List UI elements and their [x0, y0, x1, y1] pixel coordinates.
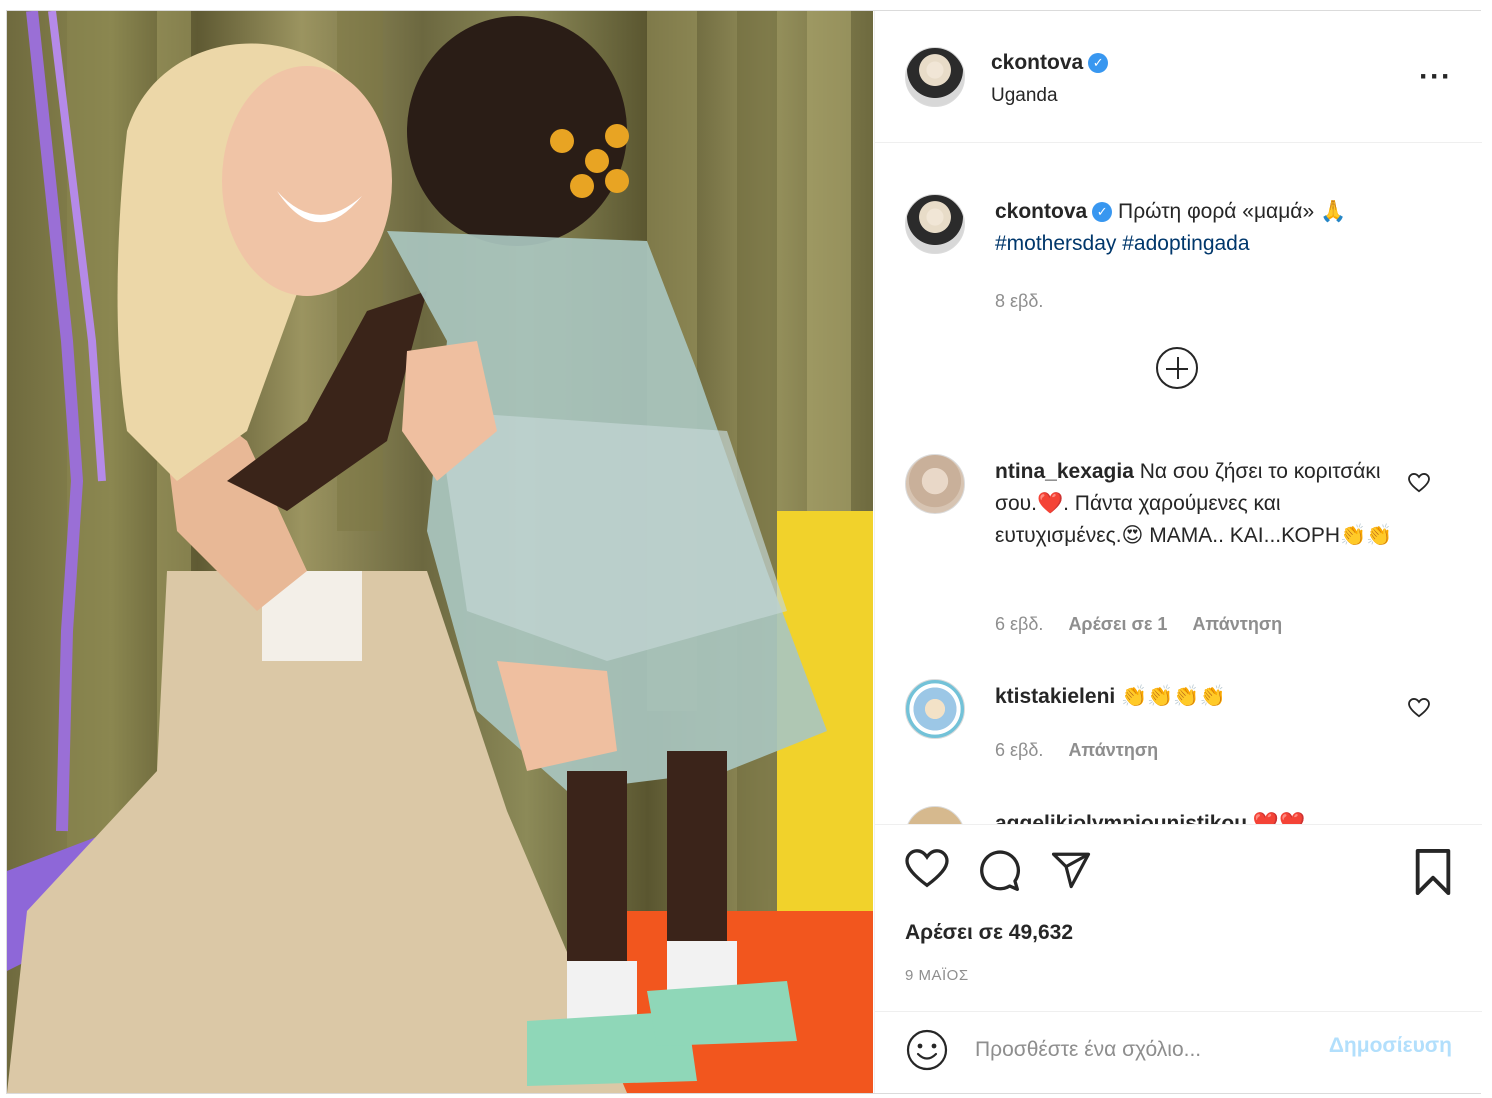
commenter-avatar[interactable] [905, 806, 965, 824]
caption-meta: 8 εβδ. [995, 291, 1063, 312]
more-options-icon[interactable]: ··· [1419, 62, 1452, 92]
caption-time[interactable]: 8 εβδ. [995, 291, 1043, 311]
comment-icon[interactable] [977, 849, 1021, 893]
like-comment-heart-icon[interactable] [1408, 698, 1430, 718]
post-comment-button[interactable]: Δημοσίευση [1329, 1034, 1452, 1058]
instagram-post: ckontova ✓ Uganda ··· ckontova ✓ Πρώτη φορ… [6, 10, 1482, 1094]
verified-badge-icon: ✓ [1092, 202, 1113, 222]
comment-meta: 6 εβδ. Αρέσει σε 1 Απάντηση [995, 614, 1302, 635]
like-comment-heart-icon[interactable] [1408, 473, 1430, 493]
comment-composer: Δημοσίευση [875, 1011, 1482, 1093]
bookmark-icon[interactable] [1413, 849, 1453, 895]
comment-text-block: aggelikiolympiounistikou ❤️❤️ [995, 808, 1405, 824]
reply-button[interactable]: Απάντηση [1068, 740, 1158, 760]
commenter-username[interactable]: ntina_kexagia [995, 460, 1134, 483]
post-location[interactable]: Uganda [991, 85, 1058, 107]
hashtag-link[interactable]: #adoptingada [1122, 232, 1249, 255]
heart-icon[interactable] [905, 849, 949, 889]
caption-text-block: ckontova ✓ Πρώτη φορά «μαμά» 🙏 #mothersda… [995, 196, 1405, 260]
post-date[interactable]: 9 ΜΑΪΟΣ [905, 967, 969, 984]
caption-avatar[interactable] [905, 194, 965, 254]
comment-text: 👏👏👏👏 [1121, 685, 1226, 708]
post-photo[interactable] [7, 11, 873, 1093]
comment-text-block: ntina_kexagia Να σου ζήσει το κοριτσάκι … [995, 456, 1405, 552]
post-header: ckontova ✓ Uganda ··· [875, 11, 1482, 143]
paper-plane-icon[interactable] [1049, 849, 1093, 891]
comment-time[interactable]: 6 εβδ. [995, 614, 1043, 634]
post-side-panel: ckontova ✓ Uganda ··· ckontova ✓ Πρώτη φορ… [874, 11, 1482, 1093]
likes-count[interactable]: Αρέσει σε 49,632 [905, 921, 1073, 945]
author-username[interactable]: ckontova ✓ [991, 51, 1109, 75]
comment-time[interactable]: 6 εβδ. [995, 740, 1043, 760]
hashtag-link[interactable]: #mothersday [995, 232, 1116, 255]
comment-text-block: ktistakieleni 👏👏👏👏 [995, 681, 1405, 713]
photo-illustration [7, 11, 873, 1093]
author-avatar[interactable] [905, 47, 965, 107]
commenter-username[interactable]: aggelikiolympiounistikou [995, 812, 1247, 824]
comment-meta: 6 εβδ. Απάντηση [995, 740, 1178, 761]
comment-likes-count[interactable]: Αρέσει σε 1 [1068, 614, 1167, 634]
comment-text: ❤️❤️ [1252, 812, 1306, 824]
caption-text: Πρώτη φορά «μαμά» 🙏 [1118, 200, 1347, 223]
comment-input[interactable] [975, 1030, 1295, 1070]
verified-badge-icon: ✓ [1088, 53, 1109, 73]
commenter-avatar[interactable] [905, 679, 965, 739]
load-more-comments-icon[interactable] [1156, 347, 1198, 389]
caption-username[interactable]: ckontova [995, 200, 1087, 223]
emoji-icon[interactable] [905, 1028, 949, 1072]
author-username-text[interactable]: ckontova [991, 51, 1083, 74]
commenter-avatar[interactable] [905, 454, 965, 514]
reply-button[interactable]: Απάντηση [1192, 614, 1282, 634]
comments-section[interactable]: ckontova ✓ Πρώτη φορά «μαμά» 🙏 #mothersda… [875, 144, 1482, 824]
post-actions: Αρέσει σε 49,632 9 ΜΑΪΟΣ [875, 824, 1482, 1024]
commenter-username[interactable]: ktistakieleni [995, 685, 1115, 708]
